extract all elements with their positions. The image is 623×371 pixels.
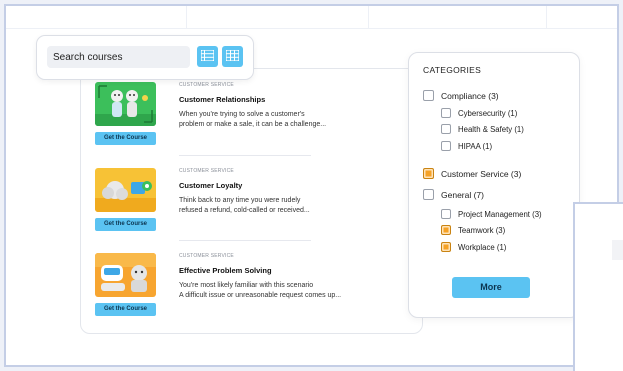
- category-project-management[interactable]: Project Management (3): [441, 209, 542, 219]
- course-thumbnail-effective-problem-solving[interactable]: [95, 253, 156, 297]
- get-course-button[interactable]: Get the Course: [95, 303, 156, 316]
- category-general[interactable]: General (7): [423, 189, 484, 200]
- course-description: When you're trying to solve a customer's…: [179, 110, 404, 130]
- course-thumbnail-customer-relationships[interactable]: [95, 82, 156, 126]
- checkbox-checked[interactable]: [441, 225, 451, 235]
- grid-view-button[interactable]: [222, 46, 243, 67]
- category-customer-service[interactable]: Customer Service (3): [423, 168, 521, 179]
- category-label: HIPAA (1): [458, 141, 493, 151]
- course-card[interactable]: Get the Course CUSTOMER SERVICE Customer…: [95, 168, 395, 240]
- course-description-line: problem or make a sale, it can be a chal…: [179, 121, 327, 128]
- course-description-line: You're most likely familiar with this sc…: [179, 282, 314, 289]
- course-title[interactable]: Customer Loyalty: [179, 181, 242, 190]
- list-view-icon: [200, 48, 215, 66]
- top-divider-vertical: [186, 6, 187, 28]
- list-view-button[interactable]: [197, 46, 218, 67]
- overlapping-window: [573, 202, 623, 371]
- course-card[interactable]: Get the Course CUSTOMER SERVICE Customer…: [95, 82, 395, 154]
- category-compliance[interactable]: Compliance (3): [423, 90, 499, 101]
- course-thumbnail-customer-loyalty[interactable]: [95, 168, 156, 212]
- course-description: You're most likely familiar with this sc…: [179, 281, 404, 301]
- checkbox[interactable]: [423, 90, 434, 101]
- course-description: Think back to any time you were rudely r…: [179, 196, 404, 216]
- course-divider: [179, 240, 311, 241]
- get-course-button[interactable]: Get the Course: [95, 218, 156, 231]
- category-label: General (7): [441, 189, 484, 200]
- category-health-safety[interactable]: Health & Safety (1): [441, 124, 524, 134]
- course-category: CUSTOMER SERVICE: [179, 253, 234, 259]
- top-divider-vertical: [546, 6, 547, 28]
- grid-view-icon: [225, 48, 240, 66]
- category-label: Workplace (1): [458, 242, 507, 252]
- category-teamwork[interactable]: Teamwork (3): [441, 225, 505, 235]
- get-course-button[interactable]: Get the Course: [95, 132, 156, 145]
- checkbox-checked[interactable]: [441, 242, 451, 252]
- categories-heading: CATEGORIES: [423, 65, 482, 75]
- category-label: Compliance (3): [441, 90, 499, 101]
- top-divider: [6, 28, 617, 29]
- course-title[interactable]: Effective Problem Solving: [179, 266, 272, 275]
- category-label: Customer Service (3): [441, 168, 522, 179]
- top-divider-vertical: [368, 6, 369, 28]
- course-category: CUSTOMER SERVICE: [179, 82, 234, 88]
- category-label: Project Management (3): [458, 209, 542, 219]
- category-label: Health & Safety (1): [458, 124, 524, 134]
- course-title[interactable]: Customer Relationships: [179, 95, 265, 104]
- category-label: Teamwork (3): [458, 225, 506, 235]
- course-description-line: A difficult issue or unreasonable reques…: [179, 292, 342, 299]
- overlapping-window-content: [612, 240, 623, 260]
- checkbox-checked[interactable]: [423, 168, 434, 179]
- course-divider: [179, 155, 311, 156]
- course-description-line: refused a refund, cold-called or receive…: [179, 207, 310, 214]
- checkbox[interactable]: [441, 209, 451, 219]
- course-category: CUSTOMER SERVICE: [179, 168, 234, 174]
- course-description-line: When you're trying to solve a customer's: [179, 111, 305, 118]
- checkbox[interactable]: [441, 141, 451, 151]
- search-input[interactable]: [47, 46, 190, 68]
- course-description-line: Think back to any time you were rudely: [179, 197, 301, 204]
- course-card[interactable]: Get the Course CUSTOMER SERVICE Effectiv…: [95, 253, 395, 325]
- category-cybersecurity[interactable]: Cybersecurity (1): [441, 108, 517, 118]
- categories-panel: CATEGORIES Compliance (3) Cybersecurity …: [408, 52, 580, 318]
- category-workplace[interactable]: Workplace (1): [441, 242, 506, 252]
- category-hipaa[interactable]: HIPAA (1): [441, 141, 492, 151]
- search-bar: [36, 35, 254, 80]
- checkbox[interactable]: [441, 124, 451, 134]
- category-label: Cybersecurity (1): [458, 108, 518, 118]
- course-list: Get the Course CUSTOMER SERVICE Customer…: [80, 68, 423, 334]
- checkbox[interactable]: [441, 108, 451, 118]
- more-button[interactable]: More: [452, 277, 530, 298]
- checkbox[interactable]: [423, 189, 434, 200]
